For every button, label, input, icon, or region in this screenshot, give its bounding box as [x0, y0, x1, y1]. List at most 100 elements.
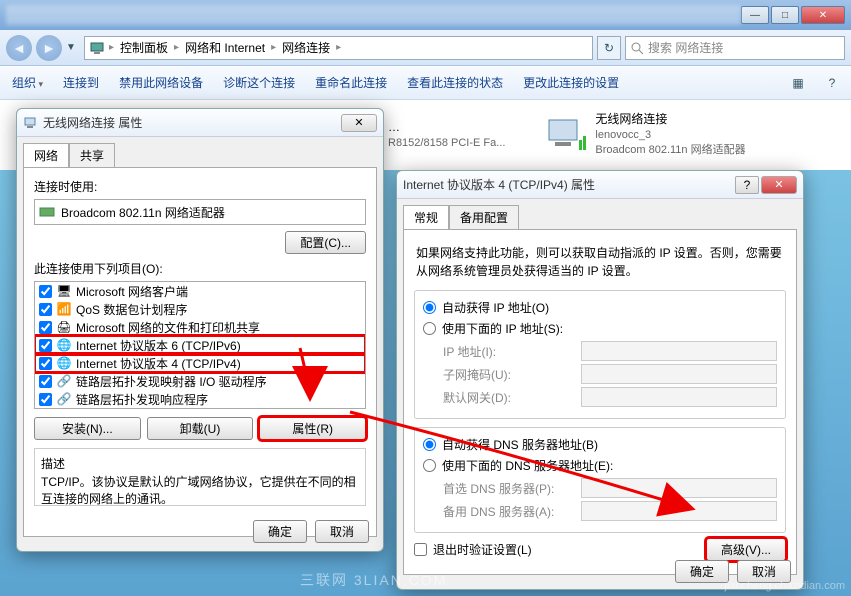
advanced-button[interactable]: 高级(V)...	[706, 538, 786, 561]
tab-panel: 连接时使用: Broadcom 802.11n 网络适配器 配置(C)... 此…	[23, 167, 377, 537]
ip-input	[581, 341, 777, 361]
tb-change[interactable]: 更改此连接的设置	[519, 72, 623, 93]
close-button[interactable]: ✕	[801, 6, 845, 24]
gateway-label: 默认网关(D):	[443, 389, 573, 406]
list-item: 📶QoS 数据包计划程序	[35, 300, 365, 318]
network-icon	[23, 115, 39, 131]
exit-validate-checkbox[interactable]	[414, 543, 427, 556]
item-checkbox[interactable]	[39, 321, 52, 334]
lltd-icon: 🔗	[56, 391, 72, 407]
dialog-title: 无线网络连接 属性	[43, 114, 341, 131]
adapter-wlan[interactable]: 无线网络连接 lenovocc_3 Broadcom 802.11n 网络适配器	[545, 108, 745, 162]
history-dropdown[interactable]: ▼	[66, 42, 80, 53]
desc-header: 描述	[41, 455, 359, 472]
item-checkbox[interactable]	[39, 339, 52, 352]
ok-button[interactable]: 确定	[253, 520, 307, 543]
tab-general[interactable]: 常规	[403, 205, 449, 229]
item-checkbox[interactable]	[39, 357, 52, 370]
connect-using-label: 连接时使用:	[34, 178, 366, 195]
search-input[interactable]: 搜索 网络连接	[625, 36, 845, 60]
breadcrumb-item[interactable]: 控制面板	[118, 39, 170, 56]
computer-icon	[89, 40, 105, 56]
install-button[interactable]: 安装(N)...	[34, 417, 141, 440]
intro-text: 如果网络支持此功能，则可以获取自动指派的 IP 设置。否则，您需要从网络系统管理…	[414, 240, 786, 290]
maximize-button[interactable]: □	[771, 6, 799, 24]
items-listbox[interactable]: 🖥Microsoft 网络客户端 📶QoS 数据包计划程序 🖨Microsoft…	[34, 281, 366, 409]
alt-dns-input	[581, 501, 777, 521]
tab-panel: 如果网络支持此功能，则可以获取自动指派的 IP 设置。否则，您需要从网络系统管理…	[403, 229, 797, 575]
view-icon[interactable]: ▦	[787, 72, 809, 94]
subnet-input	[581, 364, 777, 384]
adapter-name: 无线网络连接	[595, 111, 745, 128]
back-button[interactable]: ◄	[6, 35, 32, 61]
adapter-name: …	[388, 119, 505, 136]
ok-button[interactable]: 确定	[675, 560, 729, 583]
auto-dns-radio[interactable]	[423, 438, 436, 451]
protocol-icon: 🌐	[56, 355, 72, 371]
ip-label: IP 地址(I):	[443, 343, 573, 360]
adapter-sub: Broadcom 802.11n 网络适配器	[595, 143, 745, 158]
breadcrumb[interactable]: ▸ 控制面板 ▸ 网络和 Internet ▸ 网络连接 ▸	[84, 36, 593, 60]
tb-status[interactable]: 查看此连接的状态	[403, 72, 507, 93]
auto-ip-radio[interactable]	[423, 301, 436, 314]
toolbar: 组织 连接到 禁用此网络设备 诊断这个连接 重命名此连接 查看此连接的状态 更改…	[0, 66, 851, 100]
adapter-name-text: Broadcom 802.11n 网络适配器	[61, 204, 225, 221]
tb-diagnose[interactable]: 诊断这个连接	[219, 72, 299, 93]
tabstrip: 网络 共享	[17, 137, 383, 167]
tab-share[interactable]: 共享	[69, 143, 115, 167]
dialog-title: Internet 协议版本 4 (TCP/IPv4) 属性	[403, 176, 735, 193]
list-item: 🌐Internet 协议版本 6 (TCP/IPv6)	[35, 336, 365, 354]
tabstrip: 常规 备用配置	[397, 199, 803, 229]
adapter-lan[interactable]: … R8152/8158 PCI-E Fa...	[388, 108, 505, 162]
item-checkbox[interactable]	[39, 375, 52, 388]
list-item: 🖥Microsoft 网络客户端	[35, 282, 365, 300]
list-item: 🔗链路层拓扑发现响应程序	[35, 390, 365, 408]
wifi-icon	[545, 114, 587, 156]
desc-body: TCP/IP。该协议是默认的广域网络协议，它提供在不同的相互连接的网络上的通讯。	[41, 474, 359, 508]
item-checkbox[interactable]	[39, 285, 52, 298]
client-icon: 🖥	[56, 283, 72, 299]
dialog-titlebar: Internet 协议版本 4 (TCP/IPv4) 属性 ? ✕	[397, 171, 803, 199]
dns-radio-group: 自动获得 DNS 服务器地址(B) 使用下面的 DNS 服务器地址(E): 首选…	[414, 427, 786, 533]
help-icon[interactable]: ?	[821, 72, 843, 94]
breadcrumb-item[interactable]: 网络和 Internet	[183, 39, 267, 56]
configure-button[interactable]: 配置(C)...	[285, 231, 366, 254]
adapter-sub: lenovocc_3	[595, 128, 745, 143]
tb-rename[interactable]: 重命名此连接	[311, 72, 391, 93]
manual-ip-radio[interactable]	[423, 322, 436, 335]
dialog-titlebar: 无线网络连接 属性 ✕	[17, 109, 383, 137]
qos-icon: 📶	[56, 301, 72, 317]
tab-network[interactable]: 网络	[23, 143, 69, 167]
lltd-icon: 🔗	[56, 373, 72, 389]
list-item-ipv4: 🌐Internet 协议版本 4 (TCP/IPv4)	[35, 354, 365, 372]
tb-disable[interactable]: 禁用此网络设备	[115, 72, 207, 93]
refresh-button[interactable]: ↻	[597, 36, 621, 60]
alt-dns-label: 备用 DNS 服务器(A):	[443, 503, 573, 520]
adapter-properties-dialog: 无线网络连接 属性 ✕ 网络 共享 连接时使用: Broadcom 802.11…	[16, 108, 384, 552]
forward-button[interactable]: ►	[36, 35, 62, 61]
help-button[interactable]: ?	[735, 176, 759, 194]
manual-dns-radio[interactable]	[423, 459, 436, 472]
gateway-input	[581, 387, 777, 407]
description-box: 描述 TCP/IP。该协议是默认的广域网络协议，它提供在不同的相互连接的网络上的…	[34, 448, 366, 506]
watermark-source: jiaocheng.chazidian.com	[725, 580, 845, 592]
item-checkbox[interactable]	[39, 393, 52, 406]
dialog-close-button[interactable]: ✕	[341, 114, 377, 132]
nic-icon	[39, 204, 55, 220]
properties-button[interactable]: 属性(R)	[259, 417, 366, 440]
items-label: 此连接使用下列项目(O):	[34, 260, 366, 277]
pref-dns-input	[581, 478, 777, 498]
minimize-button[interactable]: —	[741, 6, 769, 24]
title-blur	[6, 5, 741, 25]
tb-connect[interactable]: 连接到	[59, 72, 103, 93]
cancel-button[interactable]: 取消	[315, 520, 369, 543]
breadcrumb-item[interactable]: 网络连接	[280, 39, 332, 56]
item-checkbox[interactable]	[39, 303, 52, 316]
dialog-close-button[interactable]: ✕	[761, 176, 797, 194]
protocol-icon: 🌐	[56, 337, 72, 353]
uninstall-button[interactable]: 卸载(U)	[147, 417, 254, 440]
ip-radio-group: 自动获得 IP 地址(O) 使用下面的 IP 地址(S): IP 地址(I): …	[414, 290, 786, 419]
tb-organize[interactable]: 组织	[8, 72, 47, 93]
exit-validate-label: 退出时验证设置(L)	[433, 541, 532, 558]
tab-alternate[interactable]: 备用配置	[449, 205, 519, 229]
